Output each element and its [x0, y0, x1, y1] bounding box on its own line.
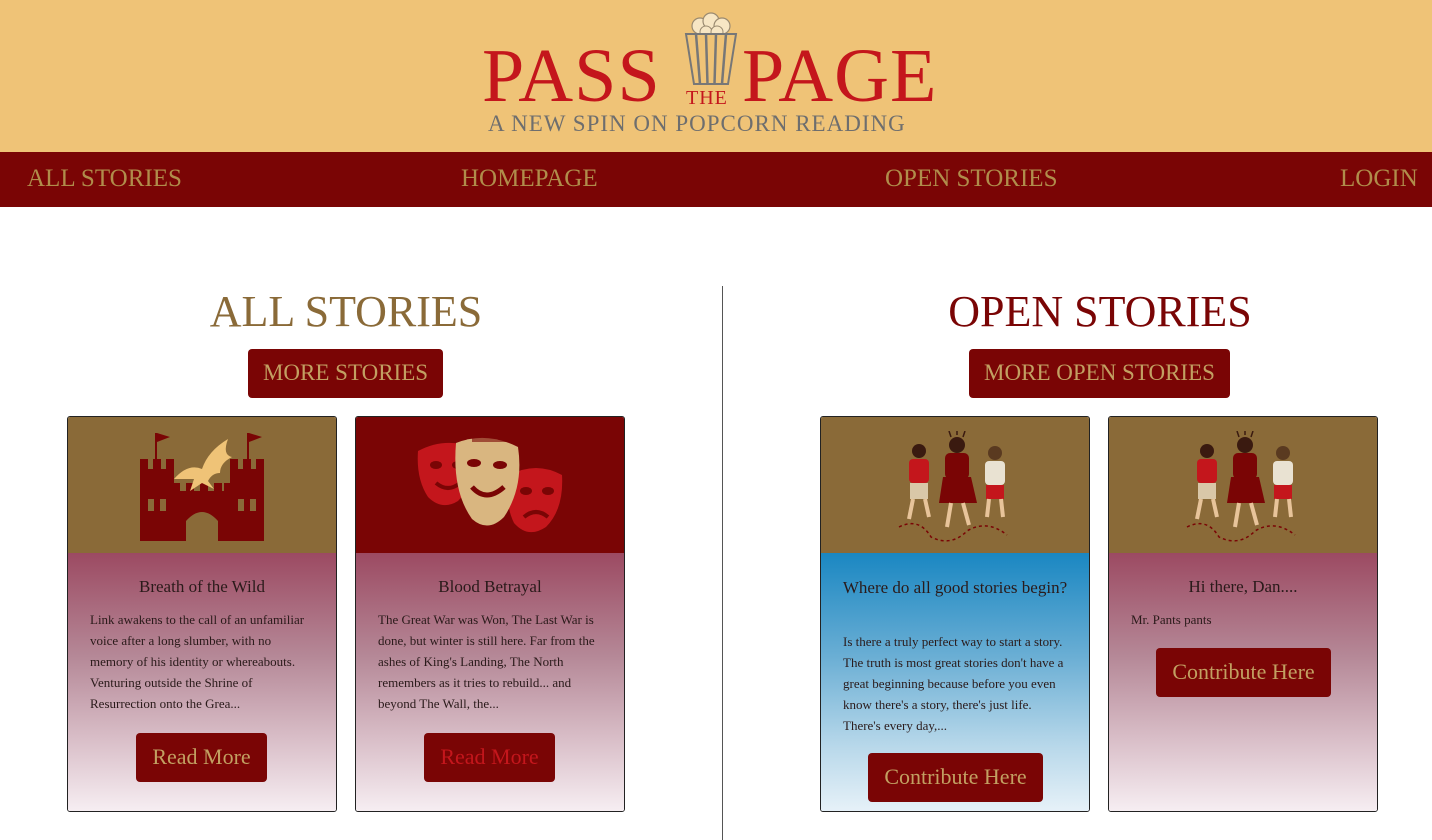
open-stories-heading: OPEN STORIES	[948, 287, 1252, 336]
read-more-button[interactable]: Read More	[424, 733, 555, 782]
nav-login[interactable]: LOGIN	[1340, 152, 1418, 207]
logo-pass-text: PASS	[482, 34, 661, 118]
card-title: Hi there, Dan....	[1188, 577, 1298, 596]
card-body: Where do all good stories begin? Is ther…	[821, 553, 1089, 811]
card-title: Breath of the Wild	[139, 577, 265, 596]
card-image	[356, 417, 624, 553]
card-body: Breath of the Wild Link awakens to the c…	[68, 553, 336, 811]
card-image	[68, 417, 336, 553]
popcorn-bucket-icon	[684, 12, 738, 85]
logo-tagline: A NEW SPIN ON POPCORN READING	[488, 111, 906, 136]
open-story-card-where-stories-begin[interactable]: Where do all good stories begin? Is ther…	[820, 416, 1090, 812]
story-card-blood-betrayal[interactable]: Blood Betrayal The Great War was Won, Th…	[355, 416, 625, 812]
site-header: PASS THE PAGE A NEW SPIN ON POPCORN READ…	[0, 0, 1432, 152]
nav-open-stories[interactable]: OPEN STORIES	[885, 152, 1058, 207]
nav-all-stories[interactable]: ALL STORIES	[27, 152, 182, 207]
card-body: Blood Betrayal The Great War was Won, Th…	[356, 553, 624, 811]
more-stories-button[interactable]: MORE STORIES	[248, 349, 443, 398]
story-card-breath-of-the-wild[interactable]: Breath of the Wild Link awakens to the c…	[67, 416, 337, 812]
contribute-here-button[interactable]: Contribute Here	[1156, 648, 1331, 697]
castle-dragon-icon	[140, 433, 264, 541]
card-image	[1109, 417, 1377, 553]
open-story-card-hi-there-dan[interactable]: Hi there, Dan.... Mr. Pants pants Contri…	[1108, 416, 1378, 812]
section-divider	[722, 286, 723, 840]
site-logo[interactable]: PASS THE PAGE A NEW SPIN ON POPCORN READ…	[480, 10, 966, 142]
logo-the-text: THE	[686, 87, 728, 109]
running-kids-icon	[1186, 431, 1296, 542]
more-open-stories-button[interactable]: MORE OPEN STORIES	[969, 349, 1230, 398]
card-excerpt: The Great War was Won, The Last War is d…	[378, 612, 595, 711]
read-more-button[interactable]: Read More	[136, 733, 267, 782]
card-excerpt: Link awakens to the call of an unfamilia…	[90, 612, 305, 711]
card-excerpt: Is there a truly perfect way to start a …	[843, 634, 1064, 733]
card-title: Where do all good stories begin?	[842, 578, 1068, 597]
logo-page-text: PAGE	[742, 34, 938, 118]
all-stories-heading: ALL STORIES	[209, 287, 483, 336]
theater-masks-icon	[417, 437, 563, 533]
main-nav: ALL STORIES HOMEPAGE OPEN STORIES LOGIN	[0, 152, 1432, 207]
card-body: Hi there, Dan.... Mr. Pants pants Contri…	[1109, 553, 1377, 811]
contribute-here-button[interactable]: Contribute Here	[868, 753, 1043, 802]
nav-homepage[interactable]: HOMEPAGE	[461, 152, 598, 207]
card-image	[821, 417, 1089, 553]
card-excerpt: Mr. Pants pants	[1131, 612, 1212, 627]
card-title: Blood Betrayal	[438, 577, 542, 596]
running-kids-icon	[898, 431, 1008, 542]
